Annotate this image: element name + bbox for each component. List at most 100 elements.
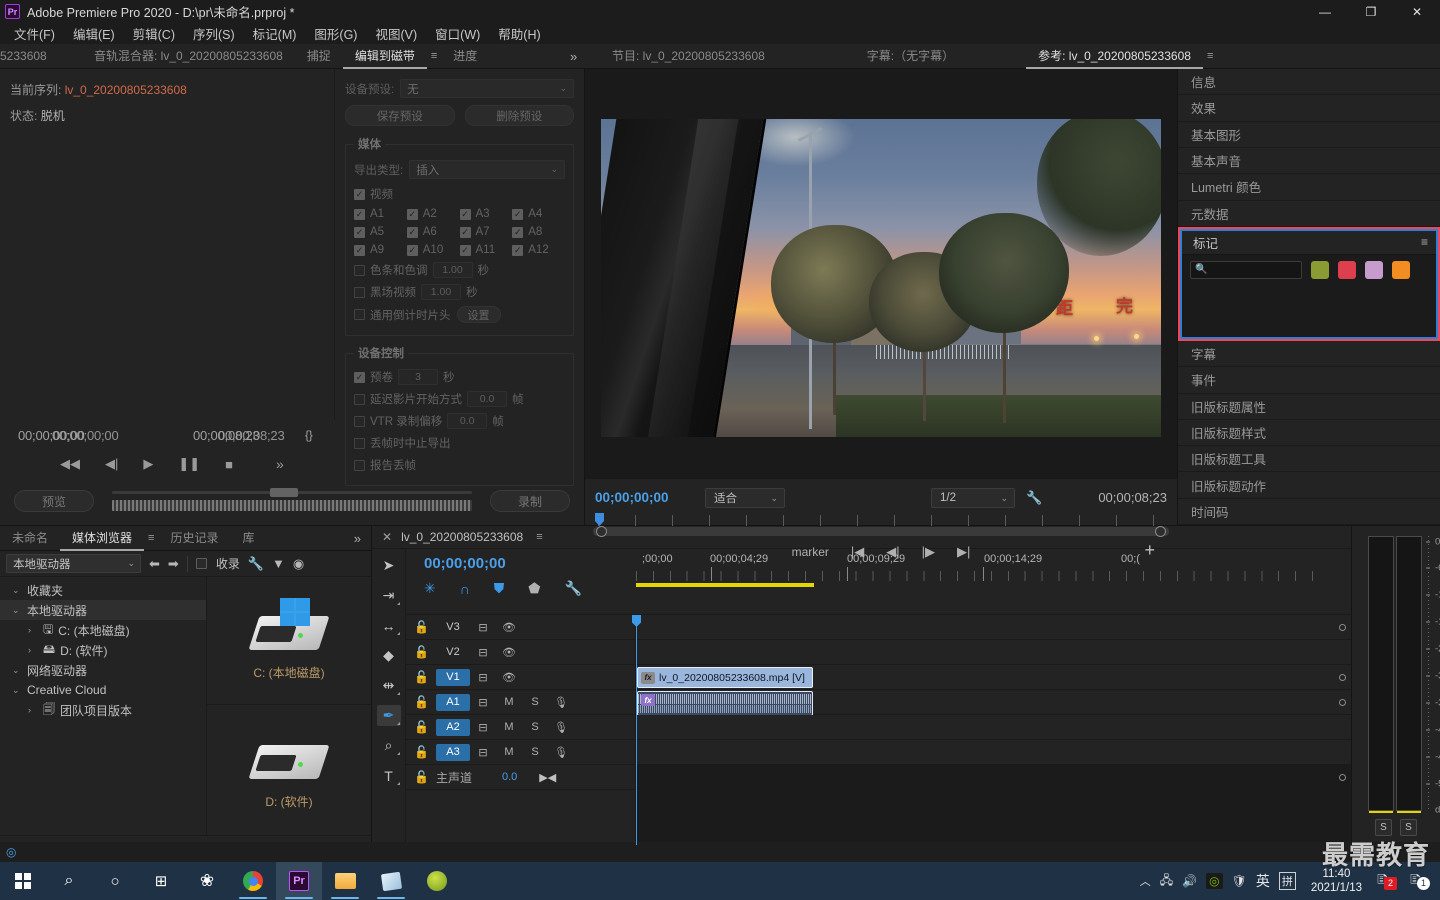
preroll-checkbox[interactable] <box>354 371 365 383</box>
tree-item-creative-cloud[interactable]: ⌄ Creative Cloud <box>0 680 206 700</box>
track-header-a2[interactable]: 🔓 A2 ⊟ M S 🎙 <box>406 715 635 740</box>
a10-checkbox[interactable] <box>406 244 418 256</box>
lane-a2[interactable] <box>636 715 1351 740</box>
eye-icon[interactable]: ◉ <box>293 556 304 572</box>
a3-checkbox[interactable] <box>459 208 471 220</box>
sequence-nesting-icon[interactable]: ✳ <box>424 580 436 597</box>
timeline-sequence-name[interactable]: lv_0_20200805233608 <box>401 530 523 544</box>
edit-to-tape-menu-icon[interactable]: ≡ <box>427 50 441 62</box>
marker-color-orange[interactable] <box>1392 260 1410 279</box>
razor-tool[interactable]: ◆ <box>377 645 401 666</box>
menu-marker[interactable]: 标记(M) <box>245 22 305 45</box>
audio-channel-a11[interactable]: A11 <box>459 244 513 256</box>
wrench-icon[interactable]: 🔧 <box>248 556 264 572</box>
export-type-select[interactable]: 插入 ⌄ <box>409 160 565 179</box>
settings-wrench-icon[interactable]: 🔧 <box>564 580 581 597</box>
audio-channel-a8[interactable]: A8 <box>512 226 565 238</box>
save-preset-button[interactable]: 保存预设 <box>345 105 455 126</box>
video-checkbox-row[interactable]: 视频 <box>354 186 565 202</box>
timeline-ruler[interactable]: ;00;00 00;00;04;29 00;00;09;29 00;00;14;… <box>636 549 1327 614</box>
capture-timecode-out-2[interactable]: 00;00;08;23 <box>218 428 285 443</box>
track-name-v3[interactable]: V3 <box>436 619 470 636</box>
audio-channel-a12[interactable]: A12 <box>512 244 565 256</box>
mute-button[interactable]: M <box>496 721 522 733</box>
ripple-edit-tool[interactable]: ↔ <box>377 615 401 636</box>
lane-handle[interactable] <box>1339 674 1346 681</box>
track-header-v3[interactable]: 🔓 V3 ⊟ 👁 <box>406 615 635 640</box>
clip-video[interactable]: fx lv_0_20200805233608.mp4 [V] <box>637 667 813 688</box>
thumb-drive-d[interactable]: D: (软件) <box>207 705 371 833</box>
delay-input[interactable]: 0.0 <box>467 391 507 407</box>
sync-lock-icon[interactable]: ⊟ <box>470 621 496 634</box>
snap-icon[interactable]: ∩ <box>460 581 470 597</box>
ingest-checkbox[interactable] <box>195 558 207 569</box>
preroll-input[interactable]: 3 <box>398 369 438 385</box>
shuttle-knob[interactable] <box>270 488 299 497</box>
shuttle-control[interactable] <box>112 488 472 511</box>
tab-capture[interactable]: 捕捉 <box>295 44 343 69</box>
chrome-icon[interactable] <box>230 862 276 900</box>
audio-meter[interactable]: 0 -6 -12 -18 -24 -30 -36 -42 -48 -54 dB <box>1368 536 1440 815</box>
mute-button[interactable]: M <box>496 746 522 758</box>
menu-edit[interactable]: 编辑(E) <box>65 22 123 45</box>
monitor-video-area[interactable]: 距 完 <box>585 69 1177 479</box>
lane-a3[interactable] <box>636 740 1351 765</box>
tab-overflow-icon[interactable]: » <box>560 49 587 64</box>
clip-audio[interactable]: fx <box>637 691 813 716</box>
chevron-right-icon[interactable]: › <box>28 625 43 635</box>
close-button[interactable]: ✕ <box>1394 0 1440 23</box>
nvidia-icon[interactable]: ◎ <box>1206 873 1223 889</box>
monitor-resolution-select[interactable]: 1/2 ⌄ <box>931 488 1015 508</box>
master-level-value[interactable]: 0.0 <box>502 771 517 783</box>
a8-checkbox[interactable] <box>512 226 524 238</box>
app-icon-green[interactable] <box>414 862 460 900</box>
arrow-left-icon[interactable]: ⬅ <box>149 556 160 572</box>
solo-button[interactable]: S <box>522 696 548 708</box>
security-icon[interactable]: 🛡 <box>1232 874 1247 888</box>
search-icon[interactable]: ⌕ <box>46 862 92 900</box>
menu-graphics[interactable]: 图形(G) <box>306 22 365 45</box>
timeline-playhead-timecode[interactable]: 00;00;00;00 <box>424 555 506 572</box>
lane-v1[interactable]: fx lv_0_20200805233608.mp4 [V] <box>636 665 1351 690</box>
audio-channel-a7[interactable]: A7 <box>459 226 513 238</box>
voiceover-record-icon[interactable]: 🎙 <box>548 746 574 759</box>
lane-master[interactable] <box>636 765 1351 790</box>
audio-channel-a2[interactable]: A2 <box>406 208 460 220</box>
panel-timecode[interactable]: 时间码 <box>1178 499 1440 526</box>
task-view-icon[interactable]: ⊞ <box>138 862 184 900</box>
monitor-fit-select[interactable]: 适合 ⌄ <box>705 488 785 508</box>
a12-checkbox[interactable] <box>512 244 524 256</box>
ime-pinyin-icon[interactable]: 拼 <box>1278 872 1296 890</box>
tree-item-favorites[interactable]: ⌄ 收藏夹 <box>0 580 206 600</box>
lock-icon[interactable]: 🔓 <box>414 670 436 684</box>
pause-button[interactable]: ❚❚ <box>178 456 200 472</box>
colorbars-checkbox[interactable] <box>354 264 365 276</box>
lane-v3[interactable] <box>636 615 1351 640</box>
track-header-v2[interactable]: 🔓 V2 ⊟ 👁 <box>406 640 635 665</box>
tree-item-drive-c[interactable]: › 🖫 C: (本地磁盘) <box>0 620 206 640</box>
tab-audio-track-mixer[interactable]: 音轨混合器: lv_0_20200805233608 <box>82 44 295 69</box>
transport-overflow-icon[interactable]: » <box>276 456 284 472</box>
monitor-scroll-handle-right[interactable] <box>1155 526 1166 537</box>
maximize-button[interactable]: ❐ <box>1348 0 1394 23</box>
chevron-down-icon[interactable]: ⌄ <box>12 685 27 696</box>
lane-handle[interactable] <box>1339 774 1346 781</box>
panel-info[interactable]: 信息 <box>1178 69 1440 96</box>
play-button[interactable]: ▶ <box>143 456 153 472</box>
sync-lock-icon[interactable]: ⊟ <box>470 696 496 709</box>
tab-history[interactable]: 历史记录 <box>158 526 230 551</box>
lock-icon[interactable]: 🔓 <box>414 745 436 759</box>
monitor-playhead-timecode[interactable]: 00;00;00;00 <box>595 490 669 505</box>
track-name-v1[interactable]: V1 <box>436 668 470 686</box>
solo-button[interactable]: S <box>522 746 548 758</box>
file-explorer-icon[interactable] <box>322 862 368 900</box>
audio-channel-a1[interactable]: A1 <box>354 208 407 220</box>
show-hidden-icons[interactable]: ︿ <box>1140 873 1151 889</box>
tree-item-local-drives[interactable]: ⌄ 本地驱动器 <box>0 600 206 620</box>
a9-checkbox[interactable] <box>354 244 365 256</box>
a6-checkbox[interactable] <box>406 226 418 238</box>
track-header-v1[interactable]: 🔓 V1 ⊟ 👁 <box>406 665 635 690</box>
audio-channel-a4[interactable]: A4 <box>512 208 565 220</box>
cortana-icon[interactable]: ○ <box>92 862 138 900</box>
preview-button[interactable]: 预览 <box>14 490 94 512</box>
